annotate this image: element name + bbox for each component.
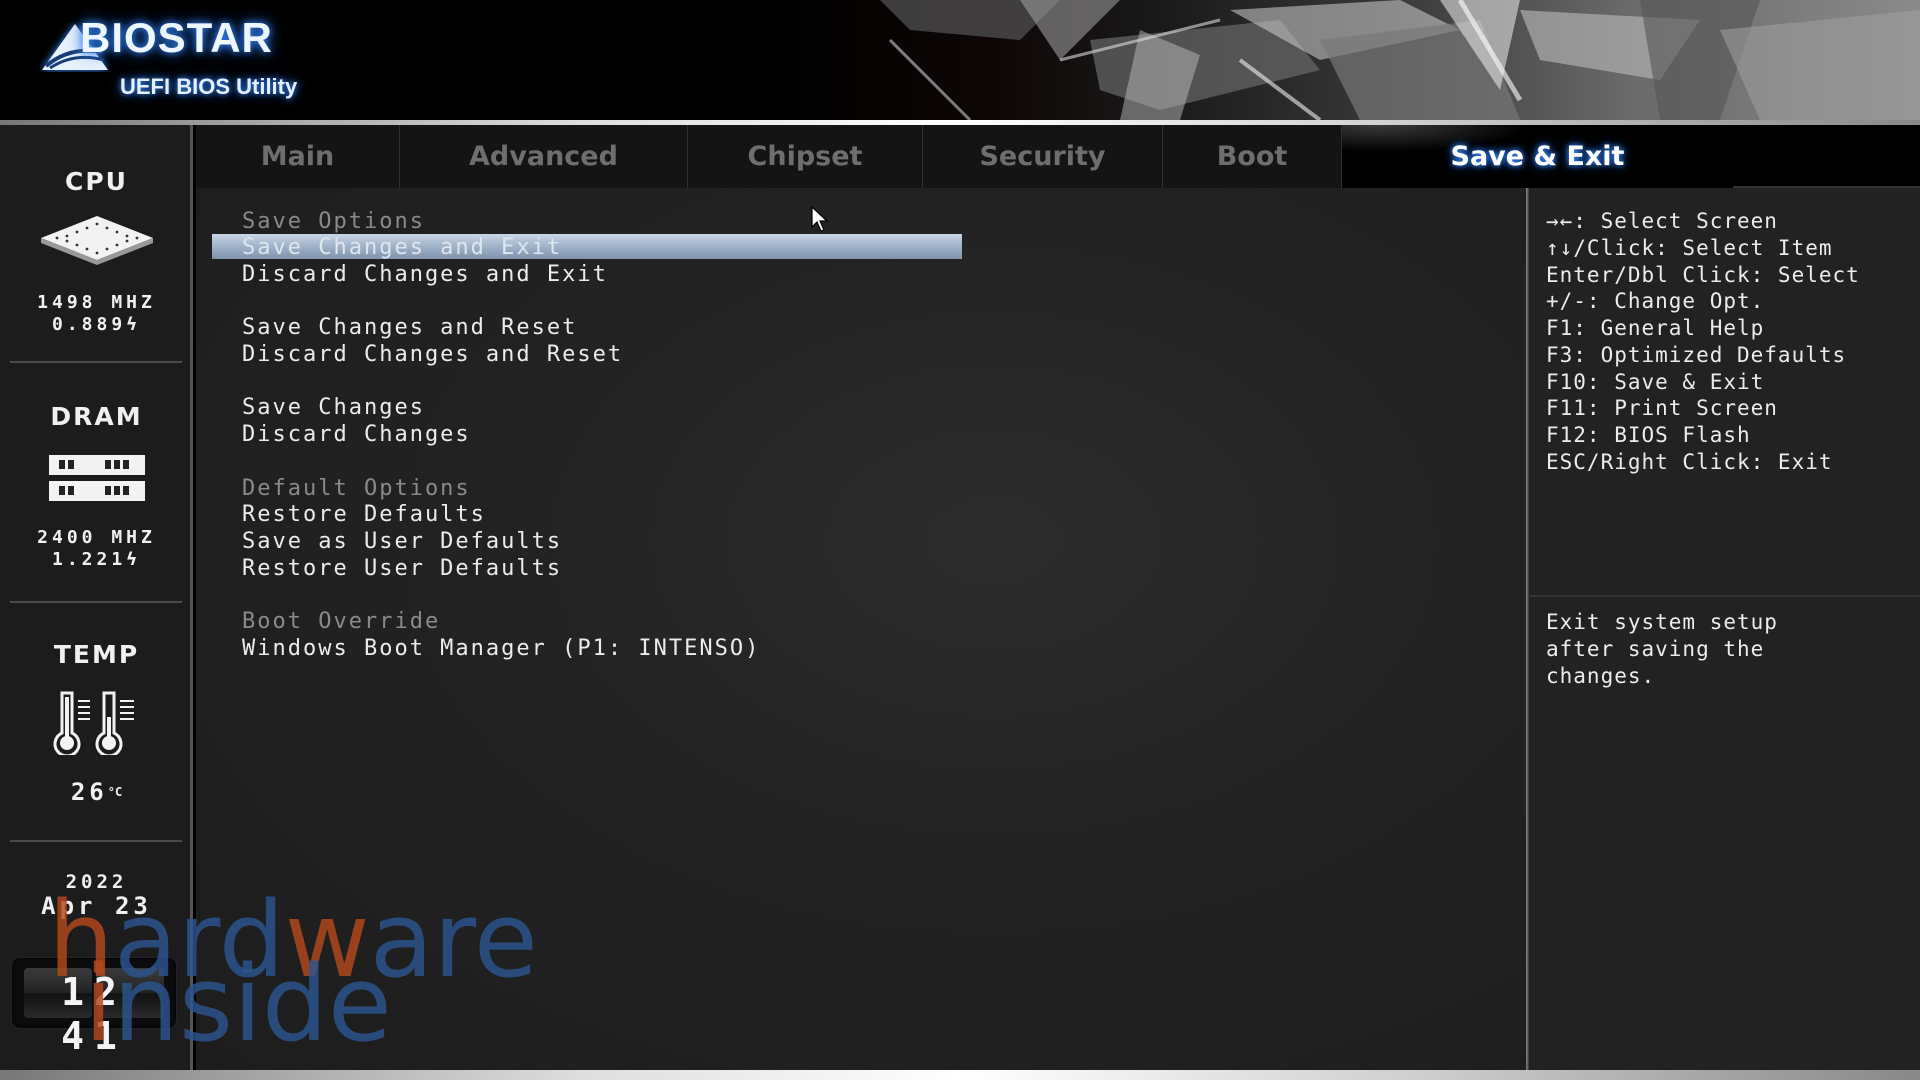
tab-label: Chipset	[747, 141, 863, 172]
app-subtitle: UEFI BIOS Utility	[120, 74, 298, 99]
cpu-voltage: 0.889	[51, 314, 127, 335]
tab-label: Boot	[1216, 141, 1288, 172]
item-description-line: after saving the	[1546, 637, 1765, 661]
help-key-print-screen: F11: Print Screen	[1546, 396, 1778, 420]
menu-item-discard-changes-and-reset[interactable]: Discard Changes and Reset	[242, 341, 623, 368]
help-key-select: Enter/Dbl Click: Select	[1546, 263, 1860, 287]
tab-bar-filler	[1733, 125, 1920, 188]
dram-voltage-row: 1.221ϟ	[0, 549, 193, 571]
thermometer-icon	[53, 691, 134, 758]
help-key-select-screen: →←: Select Screen	[1546, 209, 1778, 233]
tab-boot[interactable]: Boot	[1163, 125, 1342, 188]
tab-advanced[interactable]: Advanced	[400, 125, 688, 188]
help-key-select-item: ↑↓/Click: Select Item	[1546, 236, 1833, 260]
section-header-boot-override: Boot Override	[242, 609, 441, 634]
tab-save-exit[interactable]: Save & Exit	[1342, 125, 1733, 188]
watermark-letter: i	[84, 943, 113, 1065]
cpu-title: CPU	[65, 167, 128, 196]
sidebar-divider	[10, 601, 182, 603]
sidebar-divider	[10, 840, 182, 842]
menu-item-restore-defaults[interactable]: Restore Defaults	[242, 501, 486, 528]
cpu-chip-icon	[40, 216, 153, 265]
mouse-cursor-icon	[811, 206, 829, 232]
dram-section: DRAM 2400 MHZ 1.221ϟ	[0, 402, 193, 571]
temp-title: TEMP	[53, 640, 140, 669]
sidebar-divider	[10, 361, 182, 363]
footer-divider	[0, 1070, 1920, 1080]
brand-name: BIOSTAR	[80, 14, 273, 61]
cpu-voltage-row: 0.889ϟ	[0, 314, 193, 336]
header-banner: BIOSTAR UEFI BIOS Utility	[0, 0, 1920, 120]
menu-item-save-changes[interactable]: Save Changes	[242, 394, 425, 421]
help-divider	[1530, 595, 1920, 597]
cpu-frequency: 1498 MHZ	[37, 292, 156, 313]
help-key-exit: ESC/Right Click: Exit	[1546, 450, 1833, 474]
menu-item-discard-changes[interactable]: Discard Changes	[242, 421, 471, 448]
temp-value: 26	[70, 778, 108, 806]
menu-item-restore-user-defaults[interactable]: Restore User Defaults	[242, 555, 562, 582]
tab-label: Save & Exit	[1450, 141, 1625, 172]
help-panel: →←: Select Screen ↑↓/Click: Select Item …	[1530, 188, 1920, 1070]
help-key-change-opt: +/-: Change Opt.	[1546, 289, 1765, 313]
menu-item-discard-changes-and-exit[interactable]: Discard Changes and Exit	[242, 261, 608, 288]
help-key-optimized-defaults: F3: Optimized Defaults	[1546, 343, 1847, 367]
tab-chipset[interactable]: Chipset	[688, 125, 923, 188]
help-key-general-help: F1: General Help	[1546, 316, 1765, 340]
help-key-save-exit: F10: Save & Exit	[1546, 370, 1765, 394]
tab-label: Security	[979, 141, 1106, 172]
menu-item-save-as-user-defaults[interactable]: Save as User Defaults	[242, 528, 562, 555]
tab-bar: Main Advanced Chipset Security Boot Save…	[196, 125, 1920, 188]
watermark-inside: inside	[84, 952, 392, 1056]
cpu-section: CPU 1498 MHZ 0.889ϟ	[0, 167, 193, 336]
section-header-save-options: Save Options	[242, 209, 425, 234]
menu-item-save-changes-and-reset[interactable]: Save Changes and Reset	[242, 314, 577, 341]
watermark-letters: nside	[112, 943, 392, 1065]
tab-main[interactable]: Main	[196, 125, 400, 188]
item-description-line: Exit system setup	[1546, 610, 1778, 634]
menu-item-save-changes-and-exit[interactable]: Save Changes and Exit	[242, 234, 562, 261]
temp-reading: 26°C	[0, 778, 193, 806]
tab-label: Main	[260, 141, 335, 172]
dram-title: DRAM	[50, 402, 143, 431]
save-exit-menu-panel: Save Options Save Changes and Exit Disca…	[48, 188, 1526, 1070]
watermark-letters: are	[369, 879, 538, 1001]
section-header-default-options: Default Options	[242, 476, 471, 501]
dram-frequency: 2400 MHZ	[37, 527, 156, 548]
item-description-line: changes.	[1546, 664, 1656, 688]
voltage-bolt-icon: ϟ	[126, 314, 142, 335]
help-key-bios-flash: F12: BIOS Flash	[1546, 423, 1751, 447]
voltage-bolt-icon: ϟ	[126, 549, 142, 570]
header-artwork	[760, 0, 1920, 120]
tab-security[interactable]: Security	[923, 125, 1163, 188]
memory-module-icon	[48, 455, 145, 501]
temp-section: TEMP 26°C	[0, 640, 193, 806]
tab-label: Advanced	[469, 141, 618, 172]
dram-voltage: 1.221	[51, 549, 127, 570]
menu-item-boot-override-windows[interactable]: Windows Boot Manager (P1: INTENSO)	[242, 635, 760, 662]
temp-unit: °C	[107, 785, 123, 799]
